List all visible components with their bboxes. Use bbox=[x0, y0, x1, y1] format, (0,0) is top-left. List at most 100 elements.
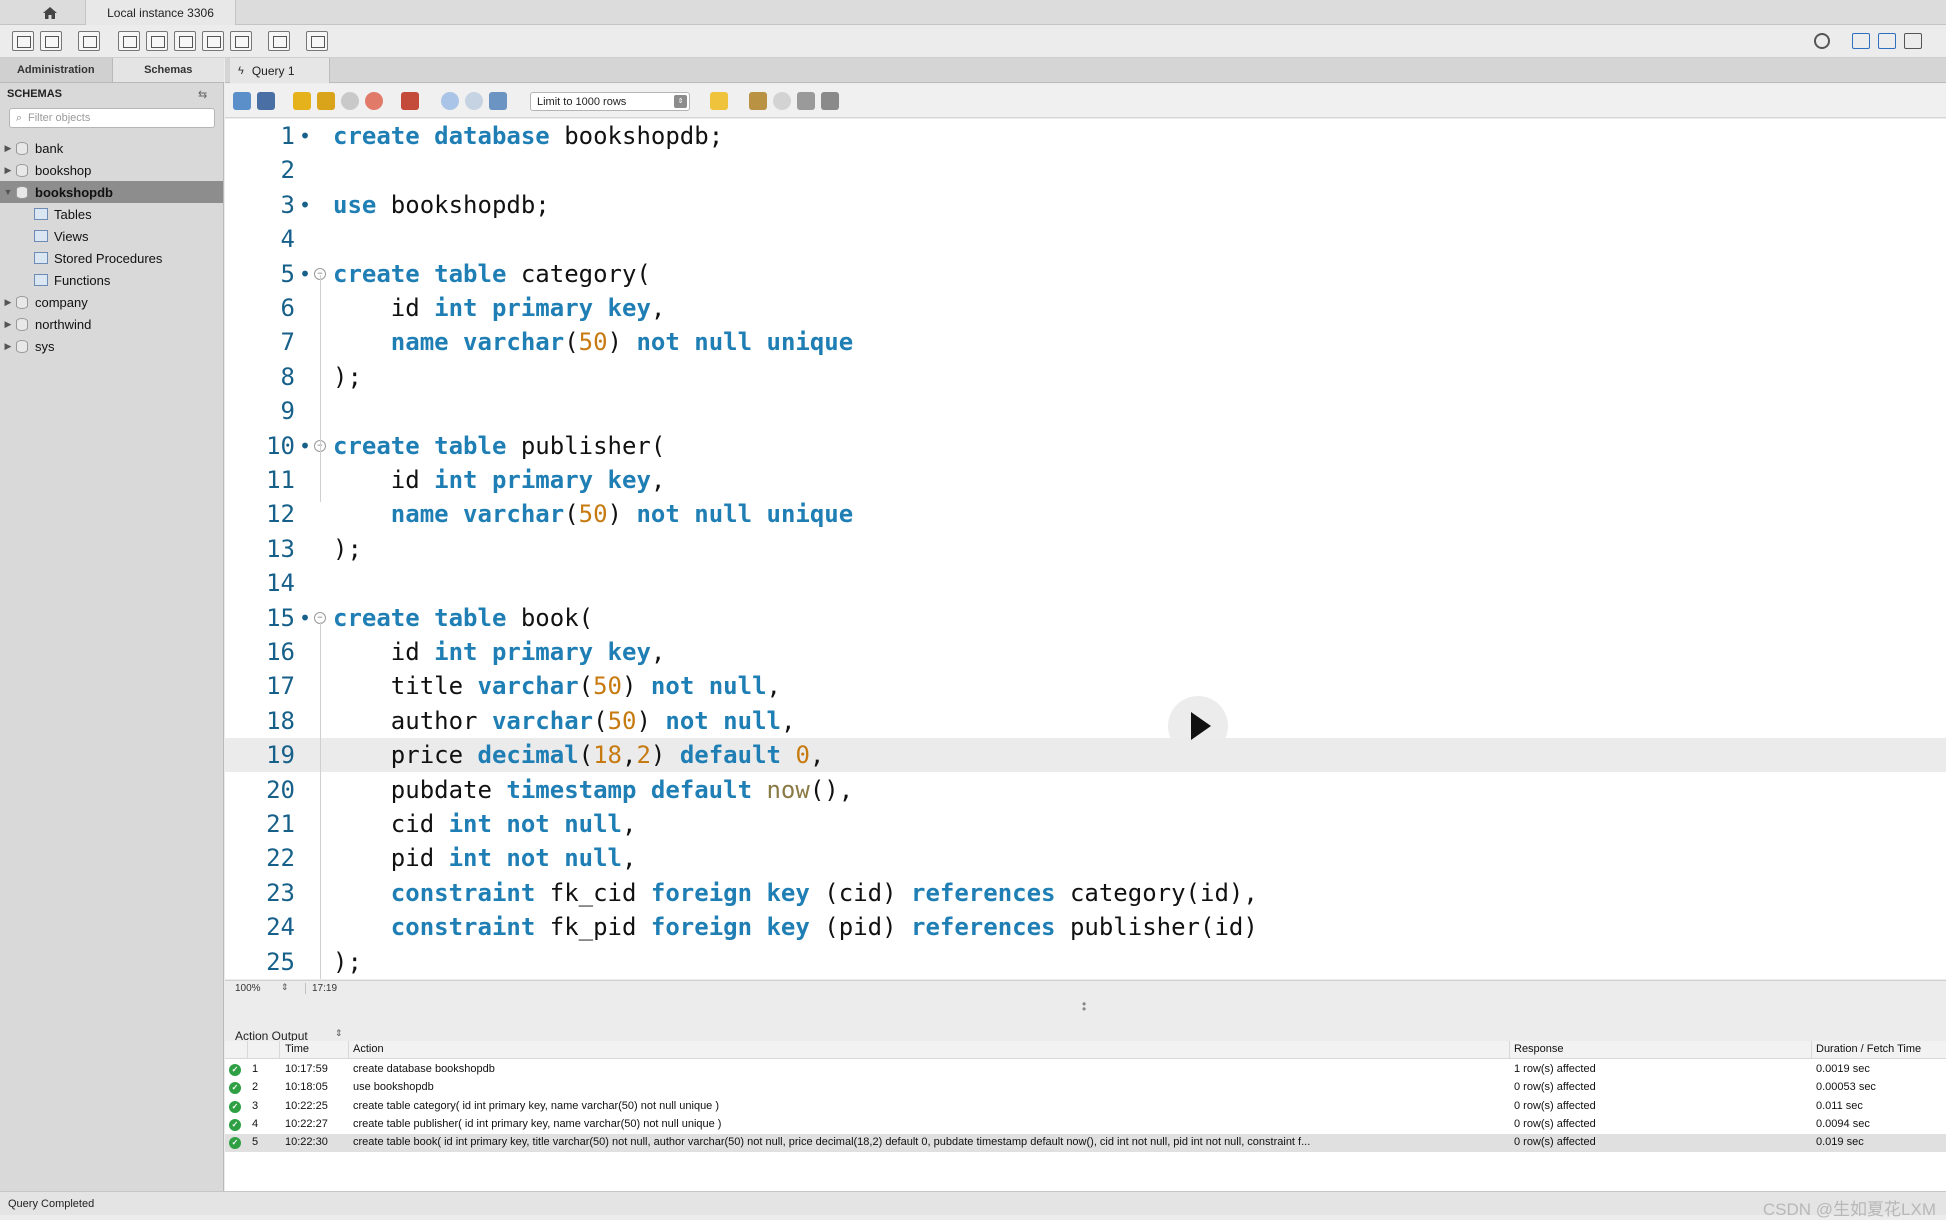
tab-query-1[interactable]: ϟ Query 1 bbox=[230, 58, 330, 83]
column-time[interactable]: Time bbox=[285, 1043, 309, 1055]
toggle-output-icon[interactable] bbox=[1878, 33, 1896, 49]
execute-icon[interactable] bbox=[293, 92, 311, 110]
chevron-right-icon[interactable]: ▶ bbox=[0, 143, 16, 154]
code-line[interactable]: 22 pid int not null, bbox=[225, 841, 1946, 875]
inspector-icon[interactable] bbox=[78, 31, 100, 51]
chevron-right-icon[interactable]: ▶ bbox=[0, 297, 16, 308]
code-line[interactable]: 14 bbox=[225, 566, 1946, 600]
code-line[interactable]: 7 name varchar(50) not null unique bbox=[225, 325, 1946, 359]
splitter-grip-icon[interactable]: • • bbox=[1082, 998, 1086, 1015]
chevron-updown-icon[interactable]: ⇕ bbox=[335, 1028, 343, 1039]
filter-box[interactable]: ⌕ bbox=[9, 108, 215, 128]
schema-item[interactable]: ▶ sys bbox=[0, 335, 223, 357]
create-schema-icon[interactable] bbox=[118, 31, 140, 51]
code-line[interactable]: 10•−create table publisher( bbox=[225, 429, 1946, 463]
chevron-right-icon[interactable]: ▶ bbox=[0, 319, 16, 330]
create-function-icon[interactable] bbox=[230, 31, 252, 51]
code-line[interactable]: 25); bbox=[225, 945, 1946, 979]
line-number: 10 bbox=[266, 431, 295, 460]
code-line[interactable]: 4 bbox=[225, 222, 1946, 256]
code-line[interactable]: 13); bbox=[225, 532, 1946, 566]
toggle-sidebar-icon[interactable] bbox=[1852, 33, 1870, 49]
schema-item[interactable]: ▶ bookshop bbox=[0, 159, 223, 181]
add-snippet-icon[interactable] bbox=[710, 92, 728, 110]
code-line[interactable]: 3 • use bookshopdb; bbox=[225, 188, 1946, 222]
tab-administration[interactable]: Administration bbox=[0, 58, 112, 82]
find-icon[interactable] bbox=[773, 92, 791, 110]
code-line[interactable]: 16 id int primary key, bbox=[225, 635, 1946, 669]
filter-objects-input[interactable] bbox=[28, 112, 208, 124]
code-line[interactable]: 2 bbox=[225, 153, 1946, 187]
reconnect-icon[interactable] bbox=[306, 31, 328, 51]
word-wrap-icon[interactable] bbox=[821, 92, 839, 110]
explain-icon[interactable] bbox=[341, 92, 359, 110]
code-line[interactable]: 9 bbox=[225, 394, 1946, 428]
create-table-icon[interactable] bbox=[146, 31, 168, 51]
invisible-chars-icon[interactable] bbox=[797, 92, 815, 110]
schema-item[interactable]: ▼ bookshopdb bbox=[0, 181, 223, 203]
code-line[interactable]: 1 • create database bookshopdb; bbox=[225, 119, 1946, 153]
table-row[interactable]: ✓ 1 10:17:59 create database bookshopdb 1 ro… bbox=[225, 1061, 1946, 1079]
schema-child-item[interactable]: Views bbox=[0, 225, 223, 247]
code-line[interactable]: 24 constraint fk_pid foreign key (pid) r… bbox=[225, 910, 1946, 944]
chevron-right-icon[interactable]: ▶ bbox=[0, 341, 16, 352]
rollback-icon[interactable] bbox=[465, 92, 483, 110]
refresh-icon[interactable]: ⇆ bbox=[198, 88, 207, 101]
column-response[interactable]: Response bbox=[1514, 1043, 1564, 1055]
toggle-secondary-sidebar-icon[interactable] bbox=[1904, 33, 1922, 49]
column-action[interactable]: Action bbox=[353, 1043, 384, 1055]
home-tab[interactable] bbox=[14, 0, 86, 25]
code-line[interactable]: 23 constraint fk_cid foreign key (cid) r… bbox=[225, 876, 1946, 910]
chevron-updown-icon[interactable]: ⇕ bbox=[281, 982, 289, 993]
code-line[interactable]: 20 pubdate timestamp default now(), bbox=[225, 773, 1946, 807]
code-line[interactable]: 5 • − create table category( bbox=[225, 257, 1946, 291]
column-duration[interactable]: Duration / Fetch Time bbox=[1816, 1043, 1921, 1055]
code-line[interactable]: 6 id int primary key, bbox=[225, 291, 1946, 325]
new-sql-tab-icon[interactable] bbox=[12, 31, 34, 51]
code-line[interactable]: 17 title varchar(50) not null, bbox=[225, 669, 1946, 703]
commit-icon[interactable] bbox=[441, 92, 459, 110]
line-number: 13 bbox=[266, 534, 295, 563]
cell-duration: 0.0094 sec bbox=[1816, 1117, 1870, 1130]
toggle-error-continue-icon[interactable] bbox=[401, 92, 419, 110]
schema-item[interactable]: ▶ bank bbox=[0, 137, 223, 159]
create-view-icon[interactable] bbox=[174, 31, 196, 51]
schema-item[interactable]: ▶ company bbox=[0, 291, 223, 313]
sql-editor[interactable]: 1 • create database bookshopdb; 2 3 • use book… bbox=[225, 119, 1946, 979]
schema-child-item[interactable]: Stored Procedures bbox=[0, 247, 223, 269]
video-play-button[interactable] bbox=[1168, 696, 1228, 756]
code-line[interactable]: 18 author varchar(50) not null, bbox=[225, 704, 1946, 738]
table-row[interactable]: ✓ 4 10:22:27 create table publisher( id int… bbox=[225, 1116, 1946, 1134]
schema-child-item[interactable]: Functions bbox=[0, 269, 223, 291]
chevron-down-icon[interactable]: ▼ bbox=[0, 187, 16, 197]
code-line[interactable]: 21 cid int not null, bbox=[225, 807, 1946, 841]
save-icon[interactable] bbox=[257, 92, 275, 110]
tab-schemas[interactable]: Schemas bbox=[111, 58, 224, 82]
limit-rows-select[interactable]: Limit to 1000 rows ⇕ bbox=[530, 92, 690, 111]
code-line[interactable]: 11 id int primary key, bbox=[225, 463, 1946, 497]
schema-child-item[interactable]: Tables bbox=[0, 203, 223, 225]
open-file-icon[interactable] bbox=[233, 92, 251, 110]
code-line[interactable]: 19 price decimal(18,2) default 0, bbox=[225, 738, 1946, 773]
code-line[interactable]: 8); bbox=[225, 360, 1946, 394]
zoom-level[interactable]: 100% bbox=[235, 983, 261, 994]
settings-icon[interactable] bbox=[1814, 33, 1830, 49]
execute-current-icon[interactable] bbox=[317, 92, 335, 110]
stop-icon[interactable] bbox=[365, 92, 383, 110]
column-divider bbox=[1509, 1041, 1510, 1059]
table-row[interactable]: ✓ 2 10:18:05 use bookshopdb 0 row(s) affecte… bbox=[225, 1079, 1946, 1097]
autocommit-icon[interactable] bbox=[489, 92, 507, 110]
beautify-icon[interactable] bbox=[749, 92, 767, 110]
code-line[interactable]: 12 name varchar(50) not null unique bbox=[225, 497, 1946, 531]
chevron-right-icon[interactable]: ▶ bbox=[0, 165, 16, 176]
panel-splitter[interactable]: • • bbox=[225, 998, 1946, 1020]
search-table-data-icon[interactable] bbox=[268, 31, 290, 51]
table-row[interactable]: ✓ 3 10:22:25 create table category( id int … bbox=[225, 1098, 1946, 1116]
open-sql-script-icon[interactable] bbox=[40, 31, 62, 51]
table-row[interactable]: ✓ 5 10:22:30 create table book( id int prim… bbox=[225, 1134, 1946, 1153]
create-procedure-icon[interactable] bbox=[202, 31, 224, 51]
schema-item[interactable]: ▶ northwind bbox=[0, 313, 223, 335]
connection-tab[interactable]: Local instance 3306 bbox=[86, 0, 236, 25]
code-line[interactable]: 15 • − create table book( bbox=[225, 601, 1946, 635]
cell-duration: 0.019 sec bbox=[1816, 1136, 1864, 1149]
